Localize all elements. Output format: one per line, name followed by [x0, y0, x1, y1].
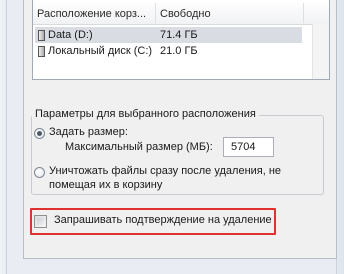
delete-immediately-radio[interactable]: [34, 167, 45, 178]
max-size-label: Максимальный размер (МБ):: [65, 141, 213, 153]
confirm-delete-checkbox[interactable]: [34, 215, 47, 228]
confirm-delete-label[interactable]: Запрашивать подтверждение на удаление: [54, 214, 272, 226]
delete-immediately-label-line1[interactable]: Уничтожать файлы сразу после удаления, н…: [49, 165, 281, 177]
recycle-bin-locations-list[interactable]: Расположение корз... Свободно Data (D:) …: [32, 0, 330, 80]
window-frame-left: [0, 0, 7, 274]
drive-icon: [38, 30, 45, 41]
drive-free-space: 71.4 ГБ: [160, 29, 198, 41]
general-tab-panel: Расположение корз... Свободно Data (D:) …: [23, 0, 337, 259]
max-size-input[interactable]: 5704: [223, 137, 274, 157]
drive-free-space: 21.0 ГБ: [160, 45, 198, 57]
drive-name: Data (D:): [48, 29, 93, 41]
radio-selected-dot: [37, 131, 42, 136]
column-separator[interactable]: [303, 3, 304, 23]
custom-size-radio[interactable]: [34, 128, 45, 139]
list-item-drive-d[interactable]: Data (D:) 71.4 ГБ: [35, 27, 302, 43]
custom-size-label[interactable]: Задать размер:: [49, 126, 128, 138]
drive-name: Локальный диск (C:): [48, 45, 153, 57]
window-frame-right: [336, 0, 344, 274]
list-header: Расположение корз... Свободно: [33, 0, 329, 25]
list-item-drive-c[interactable]: Локальный диск (C:) 21.0 ГБ: [35, 43, 302, 59]
delete-immediately-label-line2[interactable]: помещая их в корзину: [49, 179, 162, 191]
list-scrollbar[interactable]: [312, 24, 329, 79]
recycle-bin-properties-window: Расположение корз... Свободно Data (D:) …: [0, 0, 344, 274]
column-header-free[interactable]: Свободно: [156, 0, 260, 24]
column-header-location[interactable]: Расположение корз...: [33, 0, 155, 24]
drive-icon: [38, 46, 45, 57]
group-title: Параметры для выбранного расположения: [32, 107, 259, 122]
